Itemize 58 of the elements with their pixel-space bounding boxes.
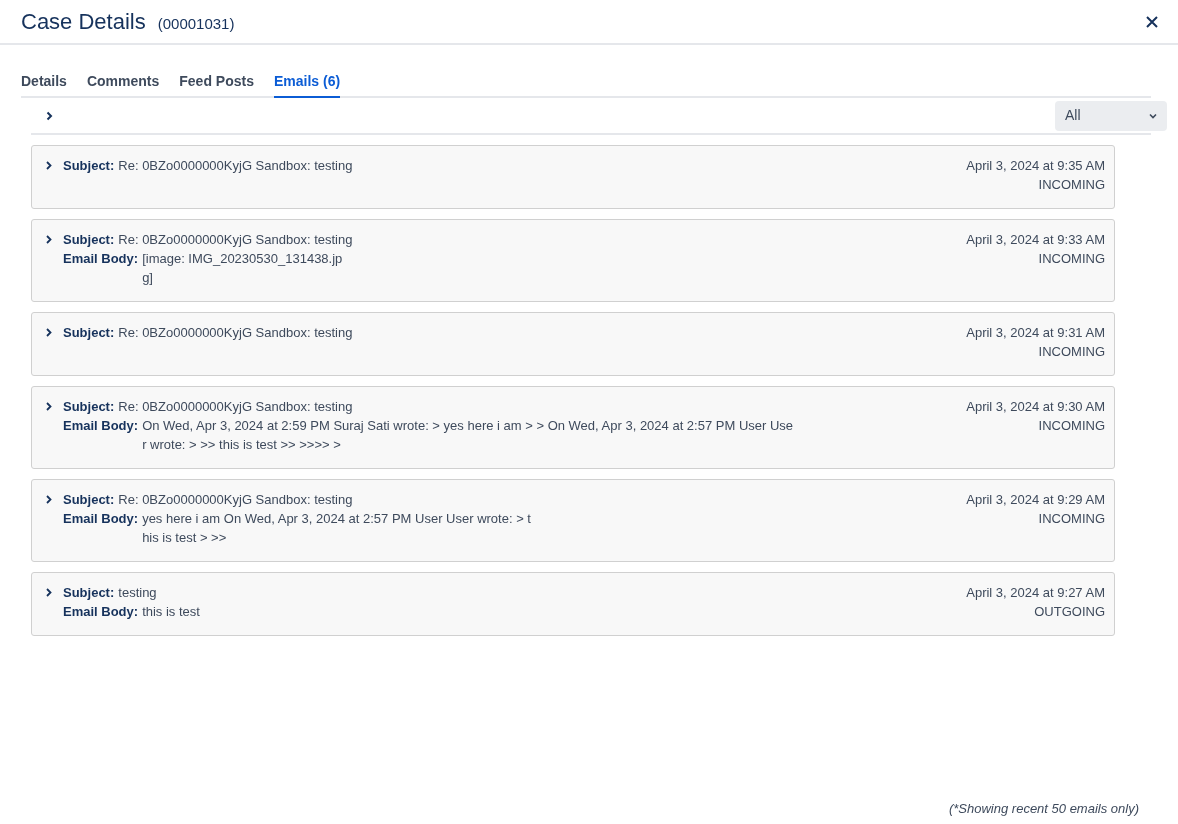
email-card[interactable]: Subject: Re: 0BZo0000000KyjG Sandbox: testing Email Body: yes here i am On Wed, Apr 3, 2024 at 2:57 PM User User wrote: > t his is test > >> April 3, 2024 at 9:29 AM INCOMING [31,479,1115,562]
email-date: April 3, 2024 at 9:29 AM [966,491,1105,509]
email-direction: INCOMING [1038,343,1105,361]
subject-label: Subject: [63,231,115,249]
chevron-right-icon[interactable] [46,402,52,411]
tab[interactable]: Feed Posts [179,71,254,98]
chevron-right-icon[interactable] [46,235,52,244]
body-text: his is test > >> [142,529,228,547]
subject-label: Subject: [63,398,115,416]
email-direction: INCOMING [1038,250,1105,268]
subject-text: Re: 0BZo0000000KyjG Sandbox: testing [118,157,353,175]
body-text: g] [142,269,154,287]
body-text: On Wed, Apr 3, 2024 at 2:59 PM Suraj Sati wrote: > yes here i am > > On Wed, Apr 3, 2024 at 2:57 PM User Use [142,417,794,435]
subject-text: Re: 0BZo0000000KyjG Sandbox: testing [118,231,353,249]
email-card[interactable] [31,386,1115,469]
subject-label: Subject: [63,324,115,342]
body-label: Email Body: [63,250,139,268]
chevron-right-icon[interactable] [46,588,52,597]
chevron-right-icon[interactable] [46,495,52,504]
email-direction: INCOMING [1038,417,1105,435]
body-text: r wrote: > >> this is test >> >>>> > [142,436,342,454]
subject-text: Re: 0BZo0000000KyjG Sandbox: testing [118,398,353,416]
subject-text: Re: 0BZo0000000KyjG Sandbox: testing [118,491,353,509]
email-date: April 3, 2024 at 9:35 AM [966,157,1105,175]
body-label: Email Body: [63,510,139,528]
email-card[interactable]: Subject: testing Email Body: this is test April 3, 2024 at 9:27 AM OUTGOING [31,572,1115,636]
tab[interactable]: Details [21,71,67,98]
body-label: Email Body: [63,417,139,435]
email-direction: INCOMING [1038,510,1105,528]
subject-text: testing [118,584,157,602]
email-card[interactable]: Subject: Re: 0BZo0000000KyjG Sandbox: testing Email Body: [image: IMG_20230530_131438.jp g] April 3, 2024 at 9:33 AM INCOMING [31,219,1115,302]
chevron-right-icon[interactable] [46,328,52,337]
footnote: (*Showing recent 50 emails only) [948,799,1139,818]
chevron-right-icon[interactable] [46,110,53,121]
subject-label: Subject: [63,157,115,175]
subject-label: Subject: [63,584,115,602]
close-icon[interactable] [1146,15,1158,28]
email-card[interactable]: Subject: Re: 0BZo0000000KyjG Sandbox: testing April 3, 2024 at 9:31 AM INCOMING [31,312,1115,376]
email-date: April 3, 2024 at 9:27 AM [966,584,1105,602]
email-direction: INCOMING [1038,176,1105,194]
body-text: [image: IMG_20230530_131438.jp [142,250,343,268]
filter-dropdown[interactable]: All [1055,100,1167,131]
chevron-down-icon [1149,112,1157,119]
email-date: April 3, 2024 at 9:30 AM [966,398,1105,416]
body-text: this is test [142,603,200,621]
case-number: (00001031) [157,14,235,34]
email-direction: OUTGOING [1034,603,1105,621]
email-card[interactable]: Subject: Re: 0BZo0000000KyjG Sandbox: testing April 3, 2024 at 9:35 AM INCOMING [31,145,1115,209]
dialog-title: Case Details [21,8,146,36]
body-text: yes here i am On Wed, Apr 3, 2024 at 2:57 PM User User wrote: > t [142,510,531,528]
body-label: Email Body: [63,603,139,621]
subject-label: Subject: [63,491,115,509]
chevron-right-icon[interactable] [46,161,52,170]
tab[interactable]: Emails (6) [274,71,341,98]
email-date: April 3, 2024 at 9:31 AM [966,324,1105,342]
tab[interactable]: Comments [86,71,160,98]
subject-text: Re: 0BZo0000000KyjG Sandbox: testing [118,324,353,342]
email-date: April 3, 2024 at 9:33 AM [966,231,1105,249]
